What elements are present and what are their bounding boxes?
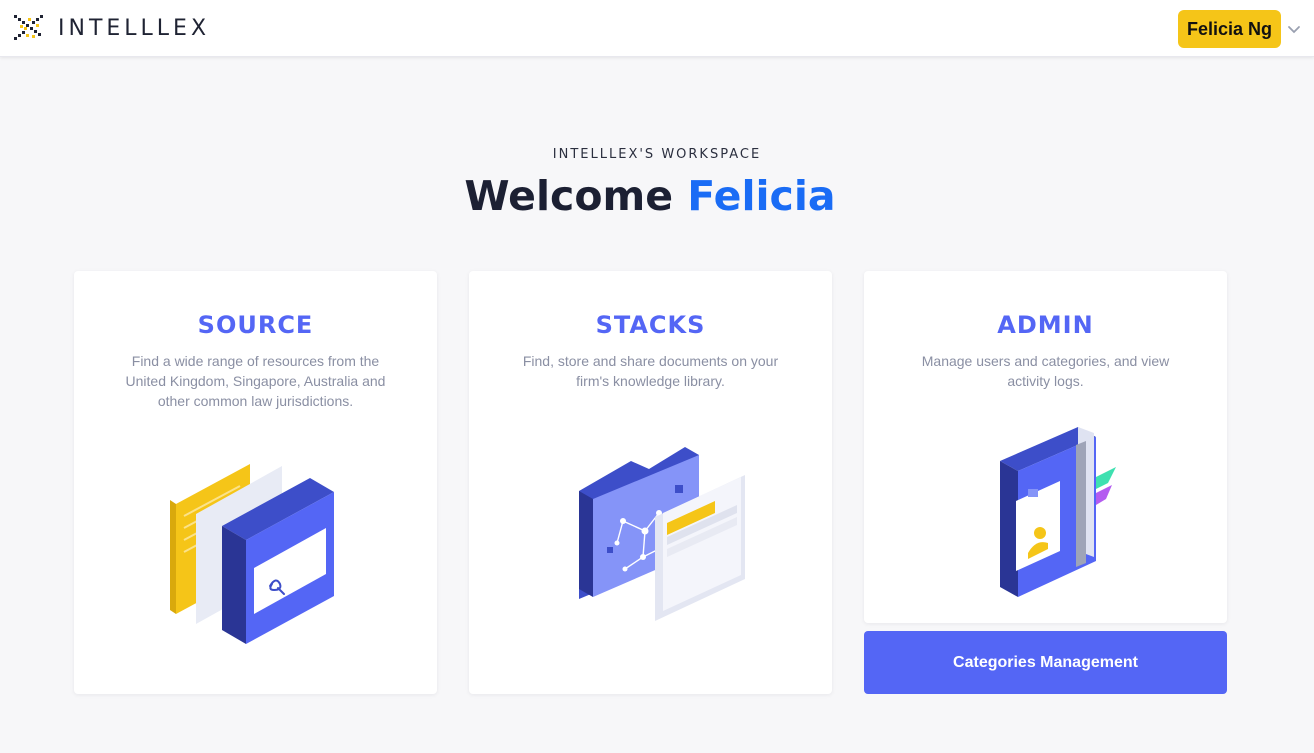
- brand-name: INTELLLEX: [58, 15, 211, 41]
- user-menu[interactable]: Felicia Ng: [1177, 10, 1301, 48]
- brand-logo[interactable]: INTELLLEX: [13, 14, 210, 42]
- welcome-heading: Welcome Felicia: [0, 172, 1300, 220]
- welcome-text: Welcome: [464, 172, 674, 220]
- stacks-card-description: Find, store and share documents on your …: [522, 353, 779, 389]
- source-card-title: SOURCE: [197, 311, 314, 339]
- admin-card-description: Manage users and categories, and view ac…: [921, 353, 1170, 389]
- stacks-card[interactable]: STACKS Find, store and share documents o…: [469, 271, 832, 694]
- admin-illustration-icon: [1000, 427, 1116, 597]
- workspace-eyebrow: INTELLLEX'S WORKSPACE: [552, 147, 762, 162]
- categories-management-button[interactable]: Categories Management: [864, 631, 1227, 694]
- stacks-illustration-icon: [579, 447, 745, 621]
- user-name-badge[interactable]: Felicia Ng: [1177, 10, 1281, 48]
- stacks-card-title: STACKS: [595, 311, 706, 339]
- intelllex-logo-icon: [14, 15, 43, 40]
- admin-card-title: ADMIN: [997, 311, 1094, 339]
- source-card[interactable]: SOURCE Find a wide range of resources fr…: [74, 271, 437, 694]
- top-bar: INTELLLEX Felicia Ng: [0, 0, 1314, 57]
- source-card-description: Find a wide range of resources from the …: [125, 353, 386, 409]
- admin-card[interactable]: ADMIN Manage users and categories, and v…: [864, 271, 1227, 623]
- chevron-down-icon[interactable]: [1287, 22, 1301, 36]
- welcome-name: Felicia: [687, 172, 836, 220]
- source-illustration-icon: [170, 464, 334, 644]
